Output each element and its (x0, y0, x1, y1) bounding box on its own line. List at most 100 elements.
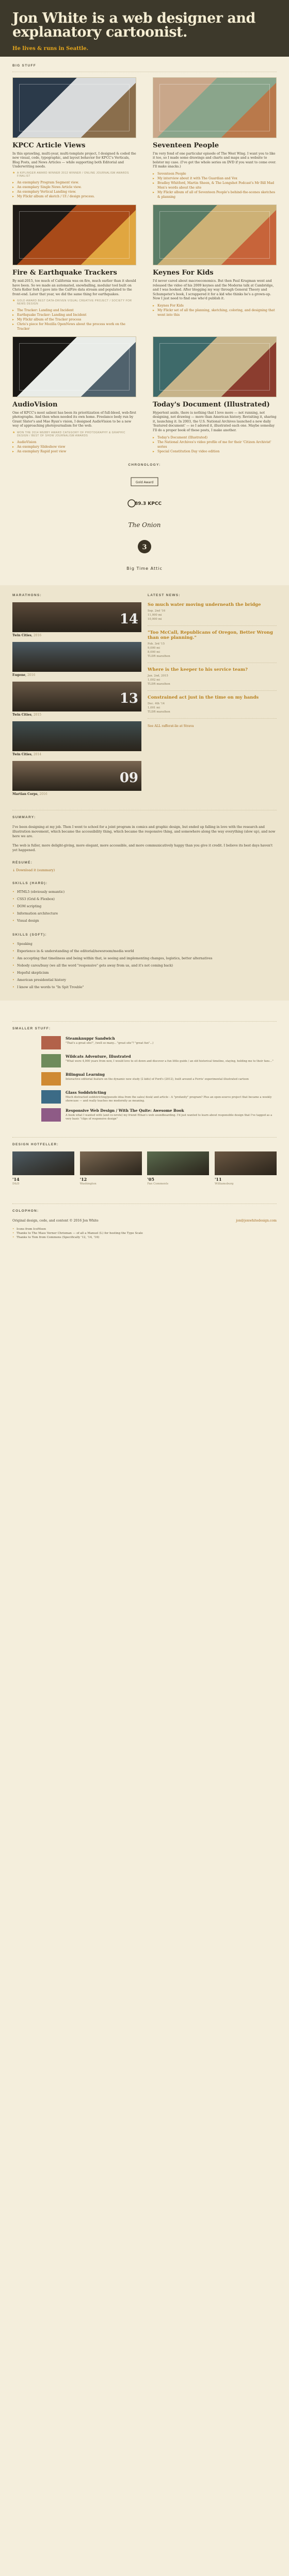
friend-card[interactable]: '14 D&D (12, 1151, 74, 1186)
marathon-card[interactable]: Twin Cities, 2014 (12, 721, 141, 757)
skill-item: HTML5 (obviously semantic) (12, 889, 277, 896)
three-logo[interactable]: 3 (12, 539, 277, 554)
project-link[interactable]: Keynes For Kids (153, 303, 277, 308)
colophon-section: Colophon: Original design, code, and con… (0, 1195, 289, 1249)
skill-item: American presidential history (12, 977, 277, 984)
project-link[interactable]: Special Constitution Day video edition (153, 449, 277, 454)
news-meta: Dec. 4th '14 1,001 mi TLDR marathon (148, 702, 277, 714)
marathon-caption: Twin Cities, 2015 (12, 713, 42, 717)
smaller-stuff-item[interactable]: Responsive Web Design / With The Quite: … (12, 1108, 277, 1122)
project-award: A Kiplinger Award winner 2012 winner / O… (12, 172, 136, 178)
smaller-stuff-title: Steamknuppr Sandwich (66, 1036, 115, 1041)
marathon-card[interactable]: 09 Martian Corps, 2016 (12, 760, 141, 796)
marathon-card[interactable]: Eugene, 2016 (12, 641, 141, 677)
marathon-photo: 13 (12, 681, 141, 711)
project-link[interactable]: My interview about it with The Guardian … (153, 176, 277, 181)
strava-link[interactable]: See ALL rafferat-lie at Strava (148, 724, 194, 728)
project-link[interactable]: Today's Document (Illustrated) (153, 435, 277, 440)
smaller-stuff-item[interactable]: Bilingual Learning Interactive editorial … (12, 1072, 277, 1086)
news-title[interactable]: Constrained act just in the time on my h… (148, 695, 277, 700)
marathons-and-news: Marathons: 14 Twin Cities, 2016 Eugene, 20… (0, 585, 289, 797)
project-link[interactable]: Earthquake Tracker: Landing and Incident (12, 313, 136, 317)
smaller-stuff-label: Smaller Stuff: (12, 1027, 51, 1031)
friend-year: '14 (12, 1176, 20, 1182)
friend-card[interactable]: '12 Washington (79, 1151, 142, 1186)
marathon-card[interactable]: 14 Twin Cities, 2016 (12, 602, 141, 638)
project-link[interactable]: An exemplary Rapid post view (12, 449, 136, 454)
marathon-card[interactable]: 13 Twin Cities, 2015 (12, 681, 141, 717)
project-links: An exemplary Program Segment view.An exe… (12, 180, 136, 199)
smaller-stuff-thumbnail (41, 1108, 61, 1122)
skill-item: Experience in & understanding of the edi… (12, 948, 277, 955)
project-row: AudioVision One of KPCC's most salient ha… (12, 336, 277, 454)
project-title[interactable]: Fire & Earthquake Trackers (12, 269, 136, 277)
project-link[interactable]: My Flickr album of all of Seventeen Peop… (153, 190, 277, 199)
smaller-stuff-thumbnail (41, 1054, 61, 1068)
project-link[interactable]: Seventeen People (153, 172, 277, 176)
resume-download-link[interactable]: ⤓ Download it (summary) (12, 869, 55, 873)
news-item: So much water moving underneath the brid… (148, 602, 277, 626)
project-title[interactable]: AudioVision (12, 401, 136, 409)
gold-award-logo[interactable]: Gold Award (12, 474, 277, 489)
news-title[interactable]: Where is the keeper to his service team? (148, 667, 277, 672)
thumbnail-detail (19, 83, 130, 131)
marathon-caption: Martian Corps, 2016 (12, 792, 47, 796)
marathon-photo: 09 (12, 760, 141, 791)
marathon-photo: 14 (12, 602, 141, 632)
onion-logo[interactable]: The Onion (12, 517, 277, 533)
marathon-year: 2016 (39, 792, 47, 796)
friend-photo (79, 1151, 142, 1175)
friend-card[interactable]: '11 Williamsburg (214, 1151, 277, 1186)
kpcc-logo[interactable]: 89.3 KPCC (12, 496, 277, 511)
project-thumbnail[interactable] (153, 77, 277, 138)
marathon-year: 2015 (33, 713, 42, 717)
skills-soft-list: SpeakingExperience in & understanding of… (12, 941, 277, 991)
project-award: Gold Award Best Data-Driven Visual Creat… (12, 299, 136, 306)
big-time-attic-logo[interactable]: Big Time Attic (12, 561, 277, 576)
project-grid: KPCC Article Views In this sprawling, mul… (12, 77, 277, 454)
smaller-stuff-desc: Interactive editorial feature on the dyn… (66, 1077, 249, 1081)
project-title[interactable]: Today's Document (Illustrated) (153, 401, 277, 409)
project-link[interactable]: An exemplary Vertical Landing view. (12, 190, 136, 194)
project-card: Fire & Earthquake Trackers By mid-2015, t… (12, 205, 136, 331)
project-link[interactable]: My Flickr album of sketch / UI / design … (12, 194, 136, 199)
project-link[interactable]: The Tracker: Landing and Incident (12, 308, 136, 313)
svg-text:3: 3 (142, 544, 147, 551)
smaller-stuff-desc: Much distracted soddstricting/pseudo ide… (66, 1095, 272, 1103)
project-thumbnail[interactable] (12, 77, 136, 138)
news-meta-line: Feb. 3rd '15 (148, 642, 165, 646)
friend-photo (214, 1151, 277, 1175)
news-meta-line: 11,000 mi (148, 613, 162, 617)
project-link[interactable]: An exemplary Single News Article view. (12, 185, 136, 190)
project-link[interactable]: My Flickr set of all the planning, sketc… (153, 308, 277, 317)
project-thumbnail[interactable] (153, 336, 277, 398)
project-link[interactable]: My Flickr album of the Tracker process (12, 317, 136, 322)
smaller-stuff-item[interactable]: Glass Soddstricting Much distracted sodds… (12, 1090, 277, 1104)
project-link[interactable]: Bradley Whitford, Martin Sheen, & The Lo… (153, 181, 277, 190)
project-thumbnail[interactable] (12, 336, 136, 398)
project-title[interactable]: KPCC Article Views (12, 142, 136, 149)
friend-card[interactable]: '05 Fan Comments (147, 1151, 210, 1186)
project-title[interactable]: Keynes For Kids (153, 269, 277, 277)
news-title[interactable]: "Too McCall, Republicans of Oregon, Bett… (148, 630, 277, 640)
project-thumbnail[interactable] (12, 205, 136, 266)
email-link[interactable]: jon@jonwhitedesign.com (236, 1219, 277, 1223)
project-link[interactable]: AudioVision (12, 440, 136, 445)
marathon-caption: Twin Cities, 2016 (12, 633, 42, 637)
news-meta-line: Sep. 2nd '16 (148, 609, 166, 613)
project-title[interactable]: Seventeen People (153, 142, 277, 149)
bib-number: 14 (119, 611, 138, 627)
project-link[interactable]: The National Archives's video profile of… (153, 440, 277, 449)
smaller-stuff-item[interactable]: Wildcats Adventure, Illustrated "What wer… (12, 1054, 277, 1068)
project-card: Keynes For Kids I'd never cared about mac… (153, 205, 277, 331)
project-links: Keynes For KidsMy Flickr set of all the … (153, 303, 277, 317)
copyright-text: Original design, code, and content © 201… (12, 1218, 99, 1223)
news-title[interactable]: So much water moving underneath the brid… (148, 602, 277, 607)
marathon-place: Martian Corps (12, 792, 38, 796)
project-link[interactable]: An exemplary Program Segment view. (12, 180, 136, 185)
project-thumbnail[interactable] (153, 205, 277, 266)
smaller-stuff-item[interactable]: Steamknuppr Sandwich "That's a great site… (12, 1036, 277, 1050)
project-link[interactable]: Chris's piece for Mozilla OpenNews about… (12, 322, 136, 331)
project-links: The Tracker: Landing and IncidentEarthqu… (12, 308, 136, 331)
project-link[interactable]: An exemplary Slideshow view (12, 445, 136, 449)
